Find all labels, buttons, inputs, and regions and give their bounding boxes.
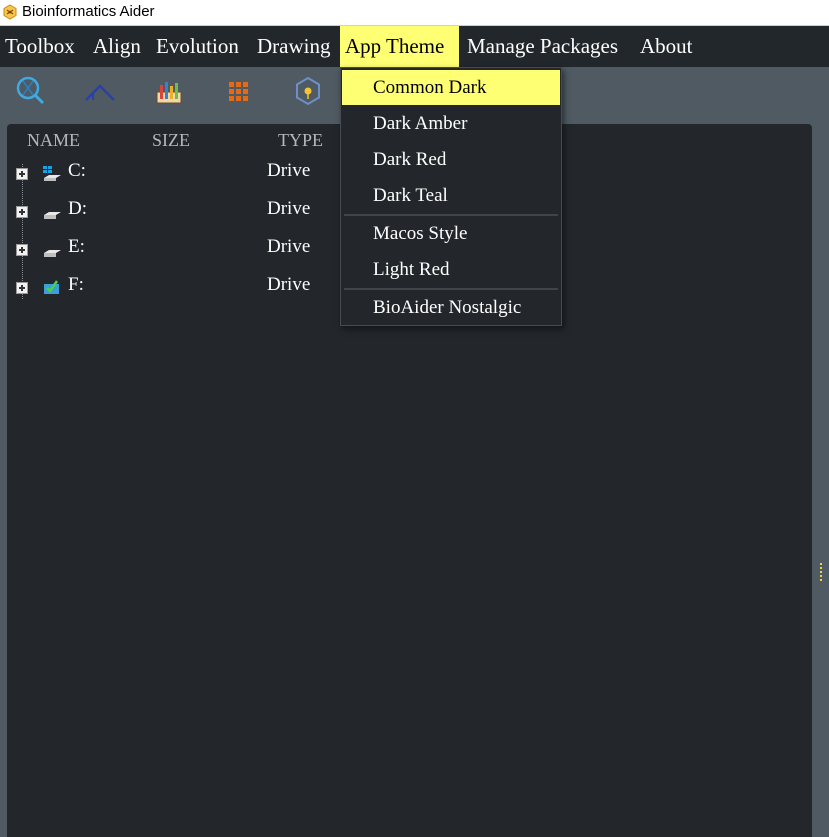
menubar: Toolbox Align Evolution Drawing App Them… — [0, 26, 829, 67]
tree-row-d[interactable]: D: Drive — [7, 198, 347, 228]
drive-name: E: — [68, 236, 85, 257]
hard-drive-icon — [42, 201, 62, 221]
theme-light-red[interactable]: Light Red — [342, 252, 560, 287]
theme-dark-amber[interactable]: Dark Amber — [342, 106, 560, 141]
menu-manage-packages[interactable]: Manage Packages — [462, 26, 623, 67]
drive-name: D: — [68, 198, 87, 219]
tree-row-e[interactable]: E: Drive — [7, 236, 347, 266]
theme-common-dark[interactable]: Common Dark — [342, 70, 560, 105]
theme-bioaider-nostalgic[interactable]: BioAider Nostalgic — [342, 290, 560, 325]
dna-search-icon[interactable] — [12, 73, 48, 109]
tree-row-c[interactable]: C: Drive — [7, 160, 347, 190]
menu-about[interactable]: About — [635, 26, 698, 67]
menu-align[interactable]: Align — [88, 26, 146, 67]
hexagon-model-icon[interactable] — [290, 73, 326, 109]
drive-type: Drive — [267, 274, 311, 295]
expand-icon[interactable] — [16, 282, 28, 294]
app-theme-dropdown: Common Dark Dark Amber Dark Red Dark Tea… — [340, 67, 562, 326]
column-header-type[interactable]: TYPE — [278, 130, 323, 151]
grid-table-icon[interactable] — [220, 73, 256, 109]
windows-drive-icon — [42, 163, 62, 183]
drive-type: Drive — [267, 198, 311, 219]
theme-dark-red[interactable]: Dark Red — [342, 142, 560, 177]
splitter-handle[interactable] — [820, 563, 823, 581]
column-header-size[interactable]: SIZE — [152, 130, 190, 151]
drive-type: Drive — [267, 236, 311, 257]
menu-app-theme[interactable]: App Theme — [340, 26, 459, 67]
drive-type: Drive — [267, 160, 311, 181]
drive-name: C: — [68, 160, 86, 181]
window-titlebar: Bioinformatics Aider — [0, 0, 829, 26]
chart-tool-icon[interactable] — [151, 73, 187, 109]
column-header-name[interactable]: NAME — [27, 130, 80, 151]
drive-name: F: — [68, 274, 84, 295]
window-title: Bioinformatics Aider — [22, 3, 155, 20]
expand-icon[interactable] — [16, 206, 28, 218]
menu-drawing[interactable]: Drawing — [252, 26, 335, 67]
tree-row-f[interactable]: F: Drive — [7, 274, 347, 304]
theme-dark-teal[interactable]: Dark Teal — [342, 178, 560, 213]
expand-icon[interactable] — [16, 168, 28, 180]
expand-icon[interactable] — [16, 244, 28, 256]
menu-evolution[interactable]: Evolution — [151, 26, 244, 67]
phylogeny-tree-icon[interactable] — [82, 73, 118, 109]
usb-drive-icon — [42, 277, 62, 297]
menu-toolbox[interactable]: Toolbox — [0, 26, 80, 67]
theme-macos-style[interactable]: Macos Style — [342, 216, 560, 251]
bioaider-logo-icon — [2, 4, 18, 20]
hard-drive-icon — [42, 239, 62, 259]
